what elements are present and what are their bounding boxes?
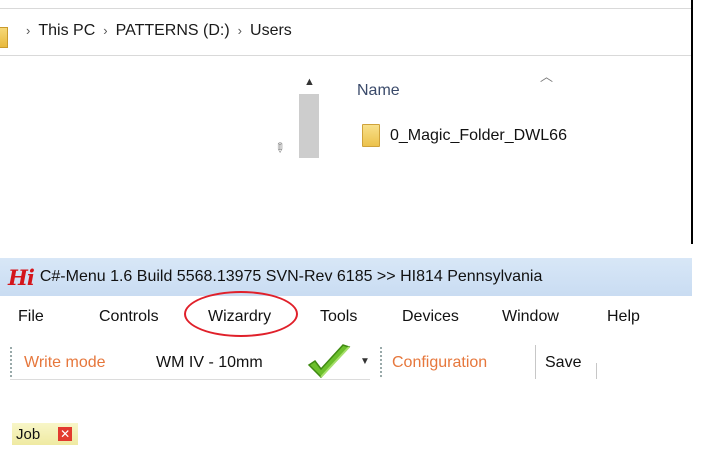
toolbar: Write mode WM IV - 10mm ▼ Configuration … (10, 341, 692, 387)
menu-bar: File Controls Wizardry Tools Devices Win… (0, 300, 692, 330)
menu-file[interactable]: File (18, 308, 44, 326)
file-explorer-window: › This PC › PATTERNS (D:) › Users ▲ ✎ ︿ … (0, 0, 693, 244)
chevron-down-icon[interactable]: ▼ (360, 356, 370, 367)
chevron-right-icon[interactable]: › (238, 23, 242, 38)
breadcrumb-users[interactable]: Users (250, 22, 292, 40)
menu-devices[interactable]: Devices (402, 308, 459, 326)
title-bar[interactable]: Hi C#-Menu 1.6 Build 5568.13975 SVN-Rev … (0, 258, 692, 296)
checkmark-icon[interactable] (305, 343, 353, 383)
nav-pane-scrollbar[interactable]: ▲ (296, 70, 322, 158)
sort-ascending-icon: ︿ (540, 69, 554, 84)
highlight-annotation (184, 291, 298, 337)
chevron-right-icon[interactable]: › (26, 23, 30, 38)
close-icon[interactable]: ✕ (58, 427, 73, 441)
chevron-right-icon[interactable]: › (103, 23, 107, 38)
menu-tools[interactable]: Tools (320, 308, 357, 326)
save-button[interactable]: Save (545, 354, 581, 372)
window-border (691, 0, 693, 244)
folder-icon (0, 27, 8, 48)
column-header-name[interactable]: Name (357, 82, 400, 100)
write-mode-label: Write mode (24, 354, 106, 371)
menu-controls[interactable]: Controls (99, 308, 159, 326)
toolbar-grip[interactable] (10, 347, 12, 379)
address-bar[interactable]: › This PC › PATTERNS (D:) › Users (0, 8, 691, 56)
configuration-label[interactable]: Configuration (392, 354, 487, 372)
write-mode-value[interactable]: WM IV - 10mm (156, 354, 263, 372)
scroll-up-icon[interactable]: ▲ (304, 76, 315, 88)
toolbar-divider (10, 379, 370, 380)
toolbar-divider (535, 345, 536, 379)
scrollbar-thumb[interactable] (299, 94, 319, 158)
toolbar-grip[interactable] (380, 347, 382, 379)
tab-label: Job (16, 425, 41, 443)
csharp-menu-window: Hi C#-Menu 1.6 Build 5568.13975 SVN-Rev … (0, 258, 692, 449)
tab-job[interactable]: Job ✕ (12, 423, 79, 445)
file-name: 0_Magic_Folder_DWL66 (390, 126, 567, 144)
breadcrumb-patterns-drive[interactable]: PATTERNS (D:) (116, 22, 230, 40)
menu-help[interactable]: Help (607, 308, 640, 326)
window-title: C#-Menu 1.6 Build 5568.13975 SVN-Rev 618… (39, 268, 543, 285)
pin-icon[interactable]: ✎ (270, 138, 289, 157)
list-item[interactable]: 0_Magic_Folder_DWL66 (362, 124, 567, 147)
app-logo: Hi (8, 264, 35, 290)
toolbar-divider (596, 363, 597, 379)
menu-window[interactable]: Window (502, 308, 559, 326)
folder-icon (362, 124, 380, 147)
breadcrumb-this-pc[interactable]: This PC (38, 22, 95, 40)
breadcrumb: › This PC › PATTERNS (D:) › Users (18, 22, 292, 40)
